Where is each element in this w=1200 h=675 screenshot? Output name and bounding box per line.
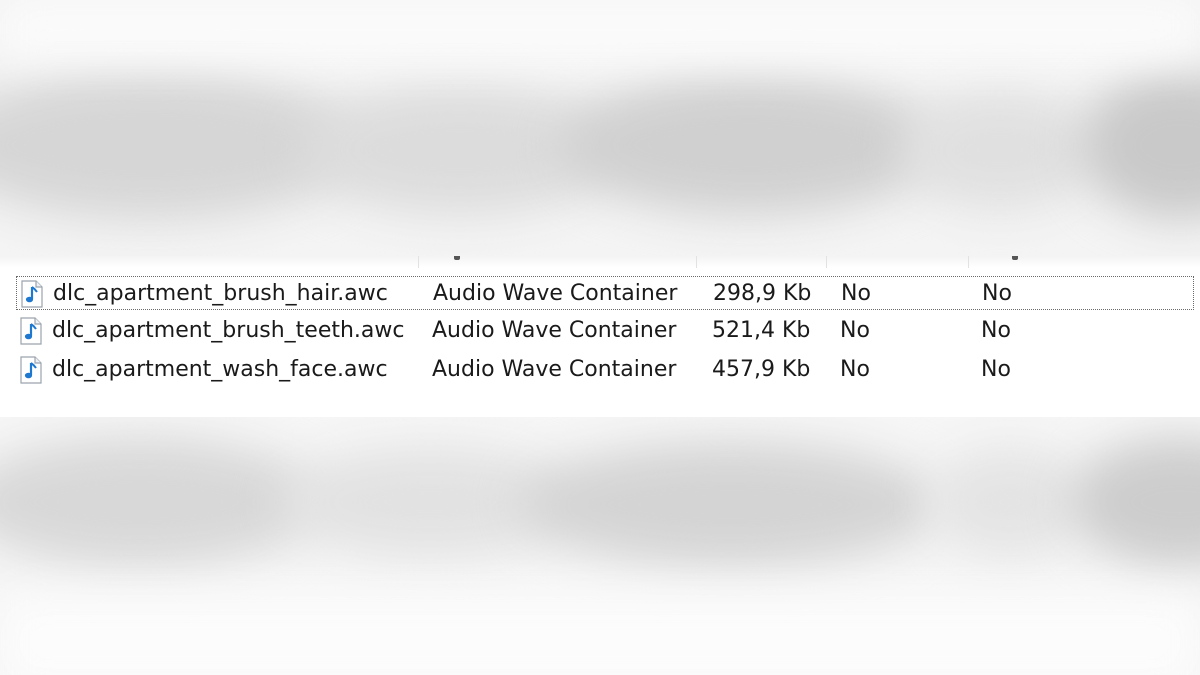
file-type: Audio Wave Container [432,357,677,382]
audio-file-icon [20,280,44,308]
header-text-fragment [1012,256,1018,260]
file-flag: No [982,281,1012,306]
file-flag: No [841,281,871,306]
blurred-background-top [0,0,1200,256]
file-row[interactable]: dlc_apartment_wash_face.awc Audio Wave C… [16,353,1194,387]
column-divider [696,256,697,268]
file-row[interactable]: dlc_apartment_brush_hair.awc Audio Wave … [16,276,1194,310]
column-divider [826,256,827,268]
file-size: 521,4 Kb [712,318,811,343]
file-row[interactable]: dlc_apartment_brush_teeth.awc Audio Wave… [16,314,1194,348]
blurred-background-bottom [0,417,1200,675]
file-name: dlc_apartment_wash_face.awc [52,357,388,382]
file-list: dlc_apartment_brush_hair.awc Audio Wave … [0,256,1200,417]
file-name: dlc_apartment_brush_teeth.awc [52,318,405,343]
audio-file-icon [19,317,43,345]
file-flag: No [840,318,870,343]
audio-file-icon [19,356,43,384]
file-type: Audio Wave Container [432,318,677,343]
file-flag: No [981,357,1011,382]
column-divider [418,256,419,268]
header-text-fragment [454,256,460,260]
file-flag: No [981,318,1011,343]
file-type: Audio Wave Container [433,281,678,306]
column-divider [968,256,969,268]
file-name: dlc_apartment_brush_hair.awc [53,281,388,306]
file-size: 457,9 Kb [712,357,811,382]
column-header-strip [0,256,1200,268]
file-size: 298,9 Kb [713,281,812,306]
file-flag: No [840,357,870,382]
